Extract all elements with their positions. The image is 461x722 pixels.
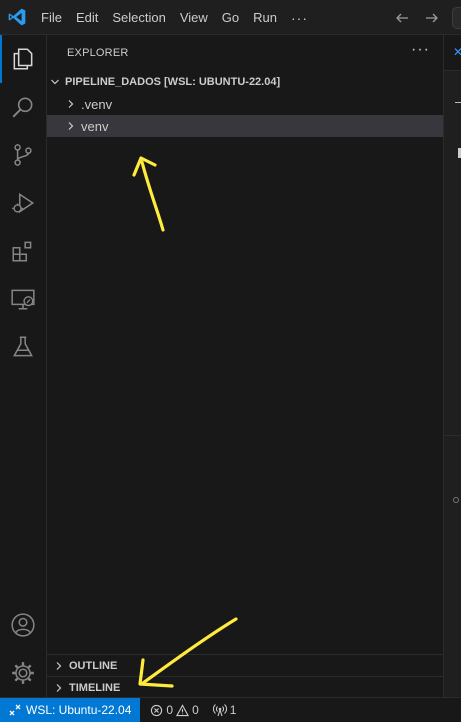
editor-area[interactable]: ✕	[443, 35, 461, 697]
chevron-down-icon	[47, 74, 63, 90]
warning-icon	[176, 703, 190, 716]
menu-more-button[interactable]: ···	[284, 10, 315, 26]
remote-label: WSL: Ubuntu-22.04	[26, 703, 132, 717]
timeline-section-header[interactable]: TIMELINE	[47, 676, 443, 698]
outline-section-header[interactable]: OUTLINE	[47, 654, 443, 676]
navigation-controls	[394, 0, 440, 35]
ports-count: 1	[229, 703, 237, 717]
tree-item-dot-venv[interactable]: .venv	[47, 93, 443, 115]
explorer-sidebar: EXPLORER ··· PIPELINE_DADOS [WSL: UBUNTU…	[47, 35, 443, 697]
more-actions-button[interactable]: ···	[411, 41, 430, 59]
remote-explorer-icon[interactable]	[0, 275, 46, 323]
forward-arrow-icon[interactable]	[424, 10, 440, 26]
editor-radio-fragment	[453, 497, 459, 503]
chevron-right-icon	[51, 680, 67, 696]
chevron-right-icon	[63, 118, 79, 134]
tree-item-label: .venv	[81, 96, 113, 112]
outline-label: OUTLINE	[69, 659, 118, 672]
tree-item-label: venv	[81, 118, 109, 134]
remote-indicator[interactable]: WSL: Ubuntu-22.04	[0, 698, 141, 722]
status-bar: WSL: Ubuntu-22.04 0 0 1	[0, 697, 461, 722]
root-folder-label: PIPELINE_DADOS [WSL: UBUNTU-22.04]	[65, 76, 281, 88]
source-control-icon[interactable]	[0, 131, 46, 179]
editor-tab-bar: ✕	[444, 35, 461, 71]
error-icon	[151, 704, 163, 716]
chevron-right-icon	[63, 96, 79, 112]
error-count: 0	[166, 703, 174, 717]
root-folder-header[interactable]: PIPELINE_DADOS [WSL: UBUNTU-22.04]	[47, 71, 443, 93]
remote-icon	[9, 704, 21, 716]
extensions-icon[interactable]	[0, 227, 46, 275]
broadcast-icon	[212, 704, 227, 717]
menu-edit[interactable]: Edit	[69, 0, 105, 35]
command-center-search[interactable]	[452, 7, 461, 29]
menu-selection[interactable]: Selection	[105, 0, 172, 35]
search-icon[interactable]	[0, 83, 46, 131]
menu-file[interactable]: File	[34, 0, 69, 35]
warning-count: 0	[192, 703, 199, 717]
chevron-right-icon	[51, 658, 67, 674]
editor-divider	[444, 435, 461, 436]
menu-run[interactable]: Run	[246, 0, 284, 35]
editor-content-fragment	[455, 102, 461, 103]
back-arrow-icon[interactable]	[394, 10, 410, 26]
run-debug-icon[interactable]	[0, 179, 46, 227]
sidebar-header: EXPLORER ···	[47, 35, 443, 70]
accounts-icon[interactable]	[0, 601, 46, 649]
vscode-logo-icon[interactable]	[7, 7, 27, 27]
problems-indicator[interactable]: 0 0	[150, 703, 199, 717]
title-bar: File Edit Selection View Go Run ···	[0, 0, 461, 35]
explorer-icon[interactable]	[0, 35, 46, 83]
testing-icon[interactable]	[0, 323, 46, 371]
sidebar-title: EXPLORER	[67, 47, 129, 59]
tree-item-venv[interactable]: venv	[47, 115, 443, 137]
activity-bar	[0, 35, 47, 697]
timeline-label: TIMELINE	[69, 681, 121, 694]
welcome-tab-icon[interactable]: ✕	[453, 45, 461, 59]
menu-go[interactable]: Go	[215, 0, 246, 35]
menu-bar: File Edit Selection View Go Run ···	[34, 0, 315, 35]
manage-gear-icon[interactable]	[0, 649, 46, 697]
menu-view[interactable]: View	[173, 0, 215, 35]
ports-indicator[interactable]: 1	[212, 703, 237, 717]
